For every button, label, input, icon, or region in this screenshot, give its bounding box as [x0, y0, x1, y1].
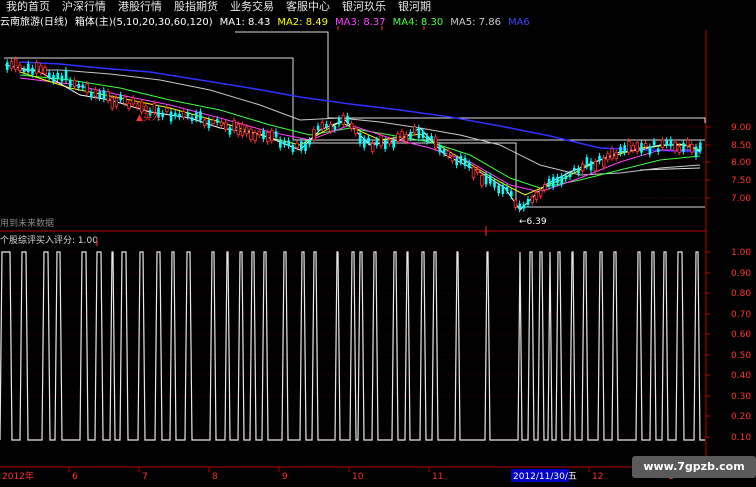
price-tick-label: 7.00 [731, 194, 751, 204]
candlestick-series [6, 56, 702, 213]
score-tick-label: 0.30 [731, 392, 751, 402]
score-tick-label: 0.80 [731, 289, 751, 299]
svg-text:▲买入: ▲买入 [136, 112, 161, 123]
future-data-note: 用到未来数据 [0, 217, 54, 229]
menu-item-home[interactable]: 我的首页 [0, 0, 56, 14]
lower-title: 个股综评 买入评分: 1.00 [0, 234, 98, 246]
svg-text:←6.39: ←6.39 [519, 217, 547, 227]
svg-text:2012年: 2012年 [2, 470, 34, 482]
date-tick-label: 11 [432, 472, 443, 482]
score-tick-label: 1.00 [731, 248, 751, 258]
menu-bar: 我的首页 沪深行情 港股行情 股指期货 业务交易 客服中心 银河玖乐 银河期 [0, 0, 431, 14]
ma2-value: MA2: 8.49 [277, 17, 328, 28]
menu-item-yinhe-club[interactable]: 银河玖乐 [336, 0, 392, 14]
ma3-value: MA3: 8.37 [334, 17, 386, 28]
ma4-value: MA4: 8.30 [392, 17, 444, 28]
score-tick-label: 0.20 [731, 412, 751, 422]
date-tick-label: 9 [282, 472, 288, 482]
date-tick-label: 10 [352, 472, 364, 482]
menu-item-hs-quotes[interactable]: 沪深行情 [56, 0, 112, 14]
score-tick-label: 0.90 [731, 269, 751, 279]
score-tick-label: 0.50 [731, 351, 751, 361]
price-axis: 9.00 8.50 8.00 7.50 7.00 [706, 123, 751, 204]
svg-text:2012/11/30/五: 2012/11/30/五 [513, 472, 577, 482]
menu-item-trading[interactable]: 业务交易 [224, 0, 280, 14]
low-marker: ←6.39 [519, 217, 547, 227]
score-tick-label: 0.10 [731, 433, 751, 443]
date-tick-label: 6 [72, 472, 78, 482]
stock-title: 云南旅游(日线) [0, 17, 68, 28]
score-axis: 1.00 0.90 0.80 0.70 0.60 0.50 0.40 0.30 0.20 0.10 [706, 248, 751, 443]
price-tick-label: 7.50 [731, 176, 751, 186]
score-tick-label: 0.60 [731, 330, 751, 340]
date-tick-label: 8 [212, 472, 218, 482]
ma5-line [20, 69, 701, 176]
buy-marker: ▲买入 [136, 112, 161, 123]
price-tick-label: 9.00 [731, 123, 751, 133]
price-tick-label: 8.50 [731, 141, 751, 151]
score-tick-label: 0.40 [731, 371, 751, 381]
score-tick-label: 0.70 [731, 310, 751, 320]
menu-item-hk-quotes[interactable]: 港股行情 [112, 0, 168, 14]
svg-text:买入评分: 1.00: 买入评分: 1.00 [36, 235, 98, 246]
menu-item-index-futures[interactable]: 股指期货 [168, 0, 224, 14]
svg-text:用到未来数据: 用到未来数据 [0, 217, 54, 229]
buy-score-waveform [0, 251, 705, 441]
indicator-header: 云南旅游(日线) 箱体(主)(5,10,20,30,60,120) MA1: 8… [0, 16, 530, 30]
date-tick-label: 7 [142, 472, 148, 482]
ma1-value: MA1: 8.43 [219, 17, 271, 28]
svg-text:个股综评: 个股综评 [0, 234, 36, 246]
price-tick-label: 8.00 [731, 158, 751, 168]
date-tick-label: 12 [592, 472, 603, 482]
ma5-value: MA5: 7.86 [450, 17, 501, 28]
menu-item-yinhe-futures[interactable]: 银河期 [392, 0, 437, 14]
watermark: www.7gpzb.com [632, 456, 756, 478]
indicator-name: 箱体(主)(5,10,20,30,60,120) [74, 17, 213, 28]
menu-item-service[interactable]: 客服中心 [280, 0, 336, 14]
ma6-value: MA6 [507, 17, 530, 28]
date-axis: 2012年 67891011121 2012/11/30/五 [0, 466, 706, 487]
